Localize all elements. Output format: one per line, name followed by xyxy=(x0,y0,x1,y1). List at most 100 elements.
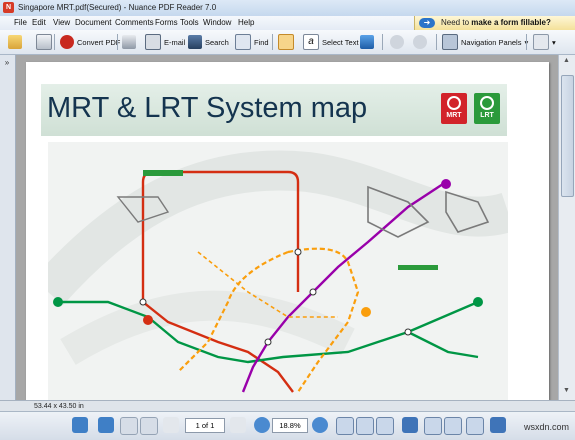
lrt-badge: LRT xyxy=(474,93,500,124)
toolbar-separator xyxy=(526,34,527,50)
navigation-panels-label: Navigation Panels xyxy=(461,37,522,47)
light-rail-icon xyxy=(480,96,494,110)
map-header-banner: MRT & LRT System map MRT LRT xyxy=(41,84,507,136)
toolbar-separator xyxy=(117,34,118,50)
convert-pdf-icon xyxy=(60,35,74,49)
page-number-field[interactable]: 1 of 1 xyxy=(185,418,225,433)
save-icon xyxy=(36,34,52,50)
snapshot-icon xyxy=(360,35,374,49)
email-label: E-mail xyxy=(164,37,186,47)
undo-button[interactable] xyxy=(390,33,404,51)
toolbar-separator xyxy=(382,34,383,50)
printer-icon xyxy=(122,35,136,49)
back-icon[interactable] xyxy=(120,417,138,435)
fit-width-icon[interactable] xyxy=(376,417,394,435)
select-text-label: Select Text xyxy=(322,37,359,47)
station-label-block xyxy=(143,170,183,176)
menu-view[interactable]: View xyxy=(53,18,70,27)
promo-link[interactable]: make a form fillable? xyxy=(471,18,551,27)
line-terminal-marker xyxy=(143,315,153,325)
select-text-button[interactable]: a Select Text xyxy=(303,33,359,51)
menu-help[interactable]: Help xyxy=(238,18,254,27)
title-bar: N Singapore MRT.pdf(Secured) - Nuance PD… xyxy=(0,0,575,17)
convert-pdf-button[interactable]: Convert PDF xyxy=(60,33,120,51)
fit-page-icon[interactable] xyxy=(356,417,374,435)
menu-edit[interactable]: Edit xyxy=(32,18,46,27)
open-button[interactable] xyxy=(8,33,22,51)
interchange-station xyxy=(309,288,317,296)
network-map-graphic xyxy=(33,150,515,393)
scroll-down-icon[interactable]: ▼ xyxy=(561,387,572,398)
rotate-left-icon[interactable] xyxy=(72,417,88,433)
vertical-scroll-thumb[interactable] xyxy=(561,75,574,197)
find-label: Find xyxy=(254,37,269,47)
search-button[interactable]: Search xyxy=(188,33,229,51)
email-button[interactable]: E-mail xyxy=(145,33,185,51)
map-background-swirl xyxy=(33,150,515,306)
line-terminal-marker xyxy=(441,179,451,189)
continuous-page-icon[interactable] xyxy=(424,417,442,435)
menu-file[interactable]: File xyxy=(14,18,27,27)
interchange-station xyxy=(139,298,147,306)
zoom-out-icon[interactable] xyxy=(254,417,270,433)
zoom-in-icon[interactable] xyxy=(312,417,328,433)
promo-lead: Need to xyxy=(441,18,470,27)
hand-icon xyxy=(278,34,294,50)
vertical-scrollbar[interactable]: ▲ ▼ xyxy=(558,55,575,400)
line-terminal-marker xyxy=(473,297,483,307)
page-navigation-bar: 1 of 1 18.8% wsxdn.com xyxy=(0,411,575,440)
hand-tool-button[interactable] xyxy=(278,33,294,51)
undo-icon xyxy=(390,35,404,49)
continuous-facing-icon[interactable] xyxy=(466,417,484,435)
redo-button[interactable] xyxy=(413,33,427,51)
save-button[interactable] xyxy=(36,33,52,51)
document-page: MRT & LRT System map MRT LRT xyxy=(26,62,549,400)
line-terminal-marker xyxy=(53,297,63,307)
mrt-network-map xyxy=(33,142,515,400)
folder-icon xyxy=(8,35,22,49)
changi-branch xyxy=(407,330,479,359)
interchange-station xyxy=(294,248,302,256)
page-dimensions: 53.44 x 43.50 in xyxy=(34,403,84,410)
envelope-icon xyxy=(145,34,161,50)
menu-window[interactable]: Window xyxy=(203,18,231,27)
toolbar-separator xyxy=(272,34,273,50)
station-label-block xyxy=(398,265,438,270)
find-icon xyxy=(235,34,251,50)
single-page-icon[interactable] xyxy=(402,417,418,433)
app-logo-icon: N xyxy=(3,2,14,13)
text-cursor-icon: a xyxy=(303,34,319,50)
snapshot-button[interactable] xyxy=(360,33,374,51)
find-button[interactable]: Find xyxy=(235,33,269,51)
scroll-up-icon[interactable]: ▲ xyxy=(561,57,572,68)
facing-pages-icon[interactable] xyxy=(444,417,462,435)
menu-forms[interactable]: Forms xyxy=(155,18,178,27)
menu-document[interactable]: Document xyxy=(75,18,111,27)
full-screen-icon[interactable] xyxy=(490,417,506,433)
print-button[interactable] xyxy=(122,33,136,51)
binoculars-icon xyxy=(188,35,202,49)
convert-pdf-label: Convert PDF xyxy=(77,37,121,47)
toolbar-separator xyxy=(436,34,437,50)
next-page-icon[interactable] xyxy=(230,417,246,433)
chevron-down-icon: ▾ xyxy=(552,37,556,47)
search-label: Search xyxy=(205,37,229,47)
highlight-button[interactable]: ▾ xyxy=(533,33,556,51)
navigation-panel-strip[interactable]: » xyxy=(0,55,16,400)
menu-comments[interactable]: Comments xyxy=(115,18,154,27)
map-background-swirl xyxy=(60,290,355,365)
promo-banner[interactable]: ➜ Need to make a form fillable? xyxy=(414,16,575,30)
interchange-station xyxy=(264,338,272,346)
chevron-right-icon[interactable]: » xyxy=(2,58,12,68)
lrt-badge-label: LRT xyxy=(480,112,494,119)
forward-icon[interactable] xyxy=(140,417,158,435)
navigation-panels-button[interactable]: Navigation Panels▾ xyxy=(442,33,528,51)
rotate-right-icon[interactable] xyxy=(98,417,114,433)
menu-tools[interactable]: Tools xyxy=(180,18,199,27)
arrow-right-icon: ➜ xyxy=(419,18,435,28)
zoom-level-field[interactable]: 18.8% xyxy=(272,418,308,433)
actual-size-icon[interactable] xyxy=(336,417,354,435)
previous-page-icon[interactable] xyxy=(163,417,179,433)
window-title: Singapore MRT.pdf(Secured) - Nuance PDF … xyxy=(18,3,217,12)
map-title: MRT & LRT System map xyxy=(47,92,368,124)
